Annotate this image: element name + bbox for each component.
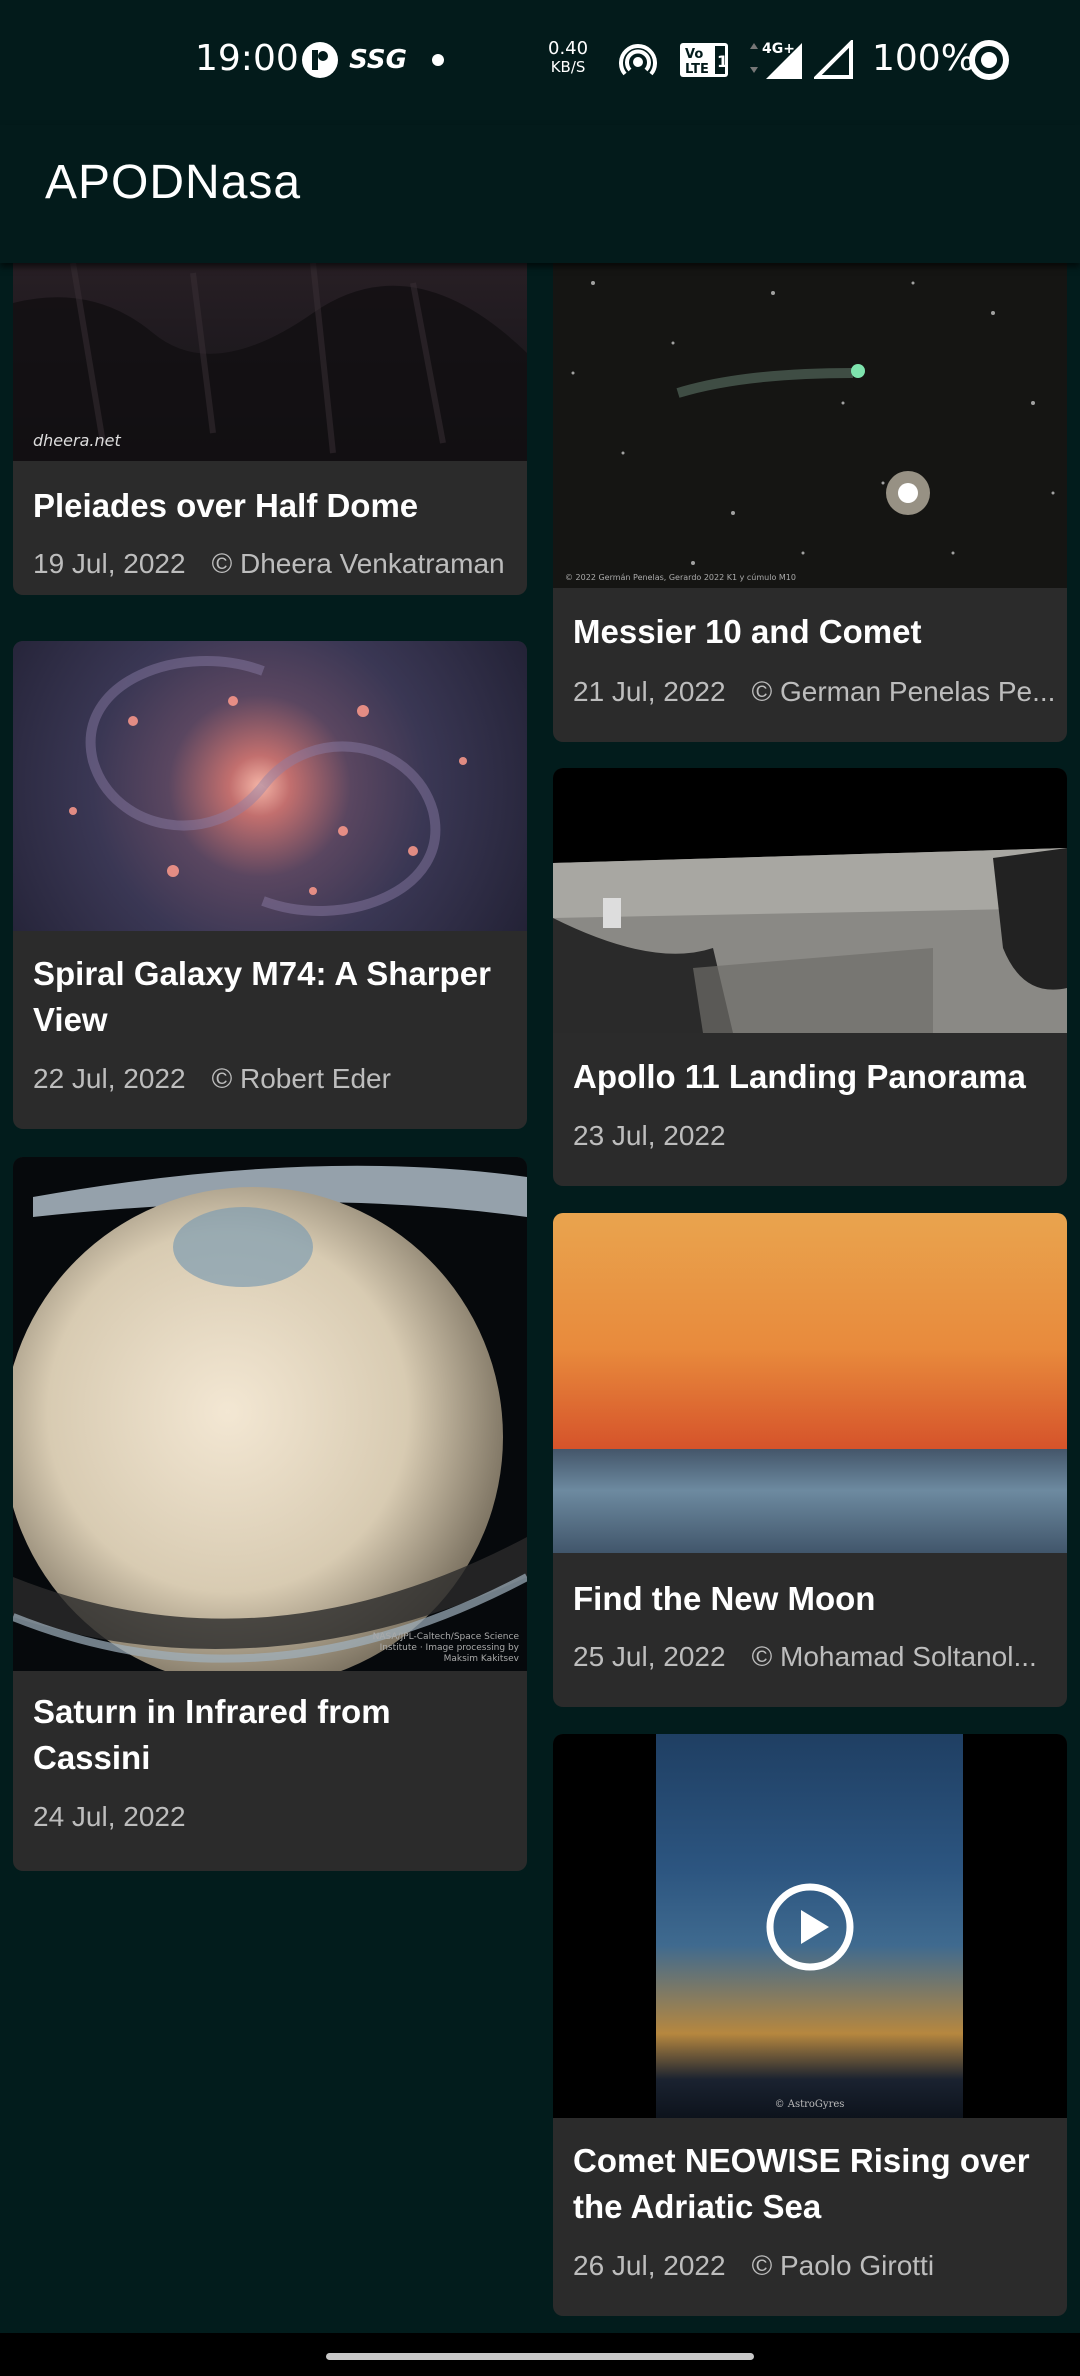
- apod-card[interactable]: dheera.net Pleiades over Half Dome 19 Ju…: [13, 263, 527, 595]
- saturn-image: NASA/JPL-Caltech/Space Science Institute…: [13, 1157, 527, 1671]
- card-title: Find the New Moon: [573, 1580, 876, 1617]
- card-meta: 23 Jul, 2022: [573, 1120, 1057, 1152]
- card-title: Messier 10 and Comet: [573, 613, 922, 650]
- card-meta: 22 Jul, 2022 © Robert Eder: [33, 1063, 517, 1095]
- net-speed: 0.40 KB/S: [548, 38, 589, 77]
- status-bar: 19:00 SSG 0.40 KB/S Vo LTE 1 4G+ 100%: [0, 0, 1080, 125]
- card-credit: © Dheera Venkatraman: [211, 548, 505, 579]
- card-meta: 21 Jul, 2022 © German Penelas Pe...: [573, 676, 1057, 708]
- signal-icon: [812, 40, 856, 80]
- card-date: 21 Jul, 2022: [573, 676, 726, 707]
- navigation-bar: [0, 2333, 1080, 2376]
- half-dome-night-image: dheera.net: [13, 263, 527, 461]
- apod-card[interactable]: Find the New Moon 25 Jul, 2022 © Mohamad …: [553, 1213, 1067, 1707]
- gesture-handle[interactable]: [326, 2353, 754, 2360]
- card-date: 19 Jul, 2022: [33, 548, 186, 579]
- sunset-sea-image: [553, 1213, 1067, 1553]
- card-meta: 26 Jul, 2022 © Paolo Girotti: [573, 2250, 1057, 2282]
- card-credit: © Robert Eder: [211, 1063, 391, 1094]
- svg-text:4G+: 4G+: [762, 41, 795, 57]
- apod-card[interactable]: © AstroGyres Comet NEOWISE Rising over t…: [553, 1734, 1067, 2316]
- card-date: 23 Jul, 2022: [573, 1120, 726, 1151]
- card-credit: © Paolo Girotti: [751, 2250, 935, 2281]
- moon-panorama-image: [553, 768, 1067, 1033]
- card-title: Saturn in Infrared from Cassini: [33, 1693, 391, 1776]
- play-icon[interactable]: [765, 1882, 855, 1972]
- card-credit: © German Penelas Pe...: [751, 676, 1056, 707]
- apod-card[interactable]: © 2022 Germán Penelas, Gerardo 2022 K1 y…: [553, 263, 1067, 742]
- card-meta: 19 Jul, 2022 © Dheera Venkatraman: [33, 548, 517, 580]
- card-title: Spiral Galaxy M74: A Sharper View: [33, 955, 491, 1038]
- image-watermark: dheera.net: [33, 431, 121, 450]
- comet-starfield-image: © 2022 Germán Penelas, Gerardo 2022 K1 y…: [553, 263, 1067, 588]
- comet-adriatic-video-thumbnail[interactable]: © AstroGyres: [553, 1734, 1067, 2118]
- card-date: 26 Jul, 2022: [573, 2250, 726, 2281]
- svg-text:LTE: LTE: [685, 62, 709, 77]
- image-watermark: © AstroGyres: [774, 2099, 845, 2110]
- app-notification-icon: [300, 40, 340, 80]
- card-credit: © Mohamad Soltanol...: [751, 1641, 1037, 1672]
- ssg-icon: SSG: [349, 45, 407, 75]
- card-title: Comet NEOWISE Rising over the Adriatic S…: [573, 2142, 1030, 2225]
- card-meta: 25 Jul, 2022 © Mohamad Soltanol...: [573, 1641, 1057, 1673]
- battery-ring-icon: [967, 40, 1011, 80]
- apod-card[interactable]: Spiral Galaxy M74: A Sharper View 22 Jul…: [13, 641, 527, 1129]
- svg-text:1: 1: [717, 52, 728, 71]
- battery-percent: 100%: [872, 38, 975, 79]
- card-title: Pleiades over Half Dome: [33, 487, 419, 524]
- apod-card[interactable]: NASA/JPL-Caltech/Space Science Institute…: [13, 1157, 527, 1871]
- volte-icon: Vo LTE 1: [678, 40, 730, 80]
- image-watermark: NASA/JPL-Caltech/Space Science Institute…: [372, 1632, 519, 1664]
- spiral-galaxy-image: [13, 641, 527, 931]
- apod-card[interactable]: Apollo 11 Landing Panorama 23 Jul, 2022: [553, 768, 1067, 1186]
- card-date: 25 Jul, 2022: [573, 1641, 726, 1672]
- svg-text:Vo: Vo: [685, 47, 703, 62]
- dot-icon: [428, 40, 448, 80]
- net-speed-value: 0.40: [548, 38, 589, 59]
- card-title: Apollo 11 Landing Panorama: [573, 1058, 1026, 1095]
- card-date: 24 Jul, 2022: [33, 1801, 186, 1832]
- app-title: APODNasa: [45, 156, 302, 209]
- card-meta: 24 Jul, 2022: [33, 1801, 517, 1833]
- signal-4g-icon: 4G+: [744, 40, 804, 80]
- status-time: 19:00: [195, 38, 299, 79]
- apod-grid[interactable]: dheera.net Pleiades over Half Dome 19 Ju…: [0, 263, 1080, 2333]
- sea-area: [553, 1449, 1067, 1553]
- net-speed-unit: KB/S: [550, 58, 586, 76]
- image-watermark: © 2022 Germán Penelas, Gerardo 2022 K1 y…: [565, 573, 796, 582]
- app-bar: APODNasa: [0, 125, 1080, 263]
- hotspot-icon: [616, 40, 660, 80]
- card-date: 22 Jul, 2022: [33, 1063, 186, 1094]
